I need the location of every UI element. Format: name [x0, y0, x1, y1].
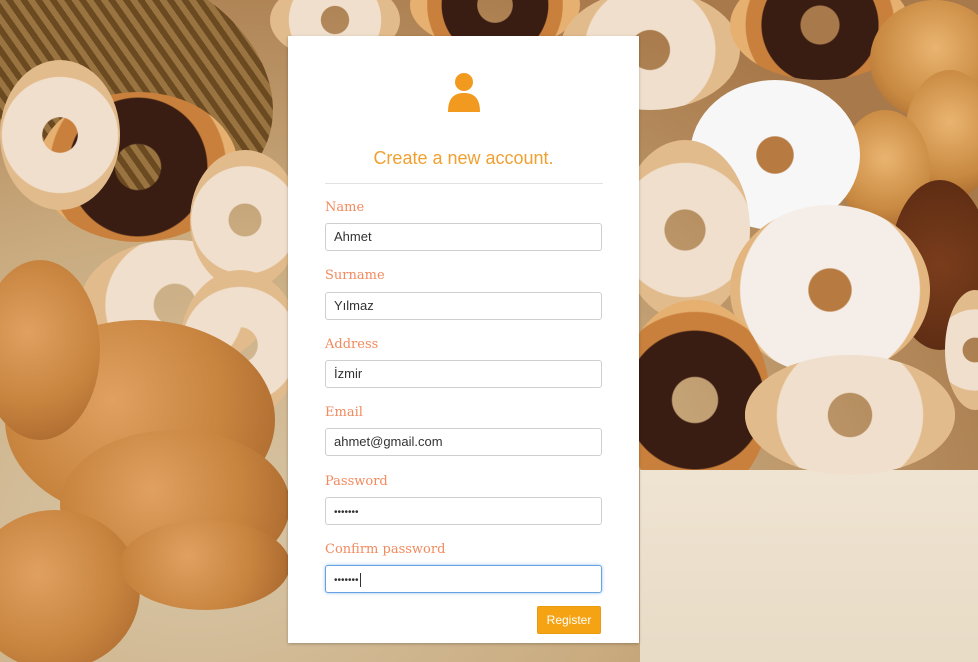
- table-cloth: [640, 470, 978, 662]
- register-button[interactable]: Register: [537, 606, 601, 634]
- address-field[interactable]: İzmir: [325, 360, 602, 388]
- name-field[interactable]: Ahmet: [325, 223, 602, 251]
- address-label: Address: [325, 337, 379, 352]
- surname-field[interactable]: Yılmaz: [325, 292, 602, 320]
- confirm-password-field[interactable]: •••••••: [325, 565, 602, 593]
- surname-label: Surname: [325, 268, 385, 283]
- email-field[interactable]: ahmet@gmail.com: [325, 428, 602, 456]
- email-label: Email: [325, 405, 363, 420]
- form-title: Create a new account.: [373, 148, 554, 168]
- password-label: Password: [325, 474, 388, 489]
- title-divider: [325, 183, 603, 184]
- cookie-shape: [120, 520, 290, 610]
- name-label: Name: [325, 200, 365, 215]
- confirm-password-value: •••••••: [334, 575, 359, 586]
- confirm-password-label: Confirm password: [325, 542, 446, 557]
- donut-shape: [190, 150, 300, 290]
- register-card: Create a new account. Name Ahmet Surname…: [288, 36, 639, 643]
- donut-shape: [0, 60, 120, 210]
- password-field[interactable]: •••••••: [325, 497, 602, 525]
- password-value: •••••••: [334, 507, 359, 518]
- donut-shape: [745, 355, 955, 475]
- user-icon: [448, 73, 480, 112]
- text-caret: [359, 572, 361, 587]
